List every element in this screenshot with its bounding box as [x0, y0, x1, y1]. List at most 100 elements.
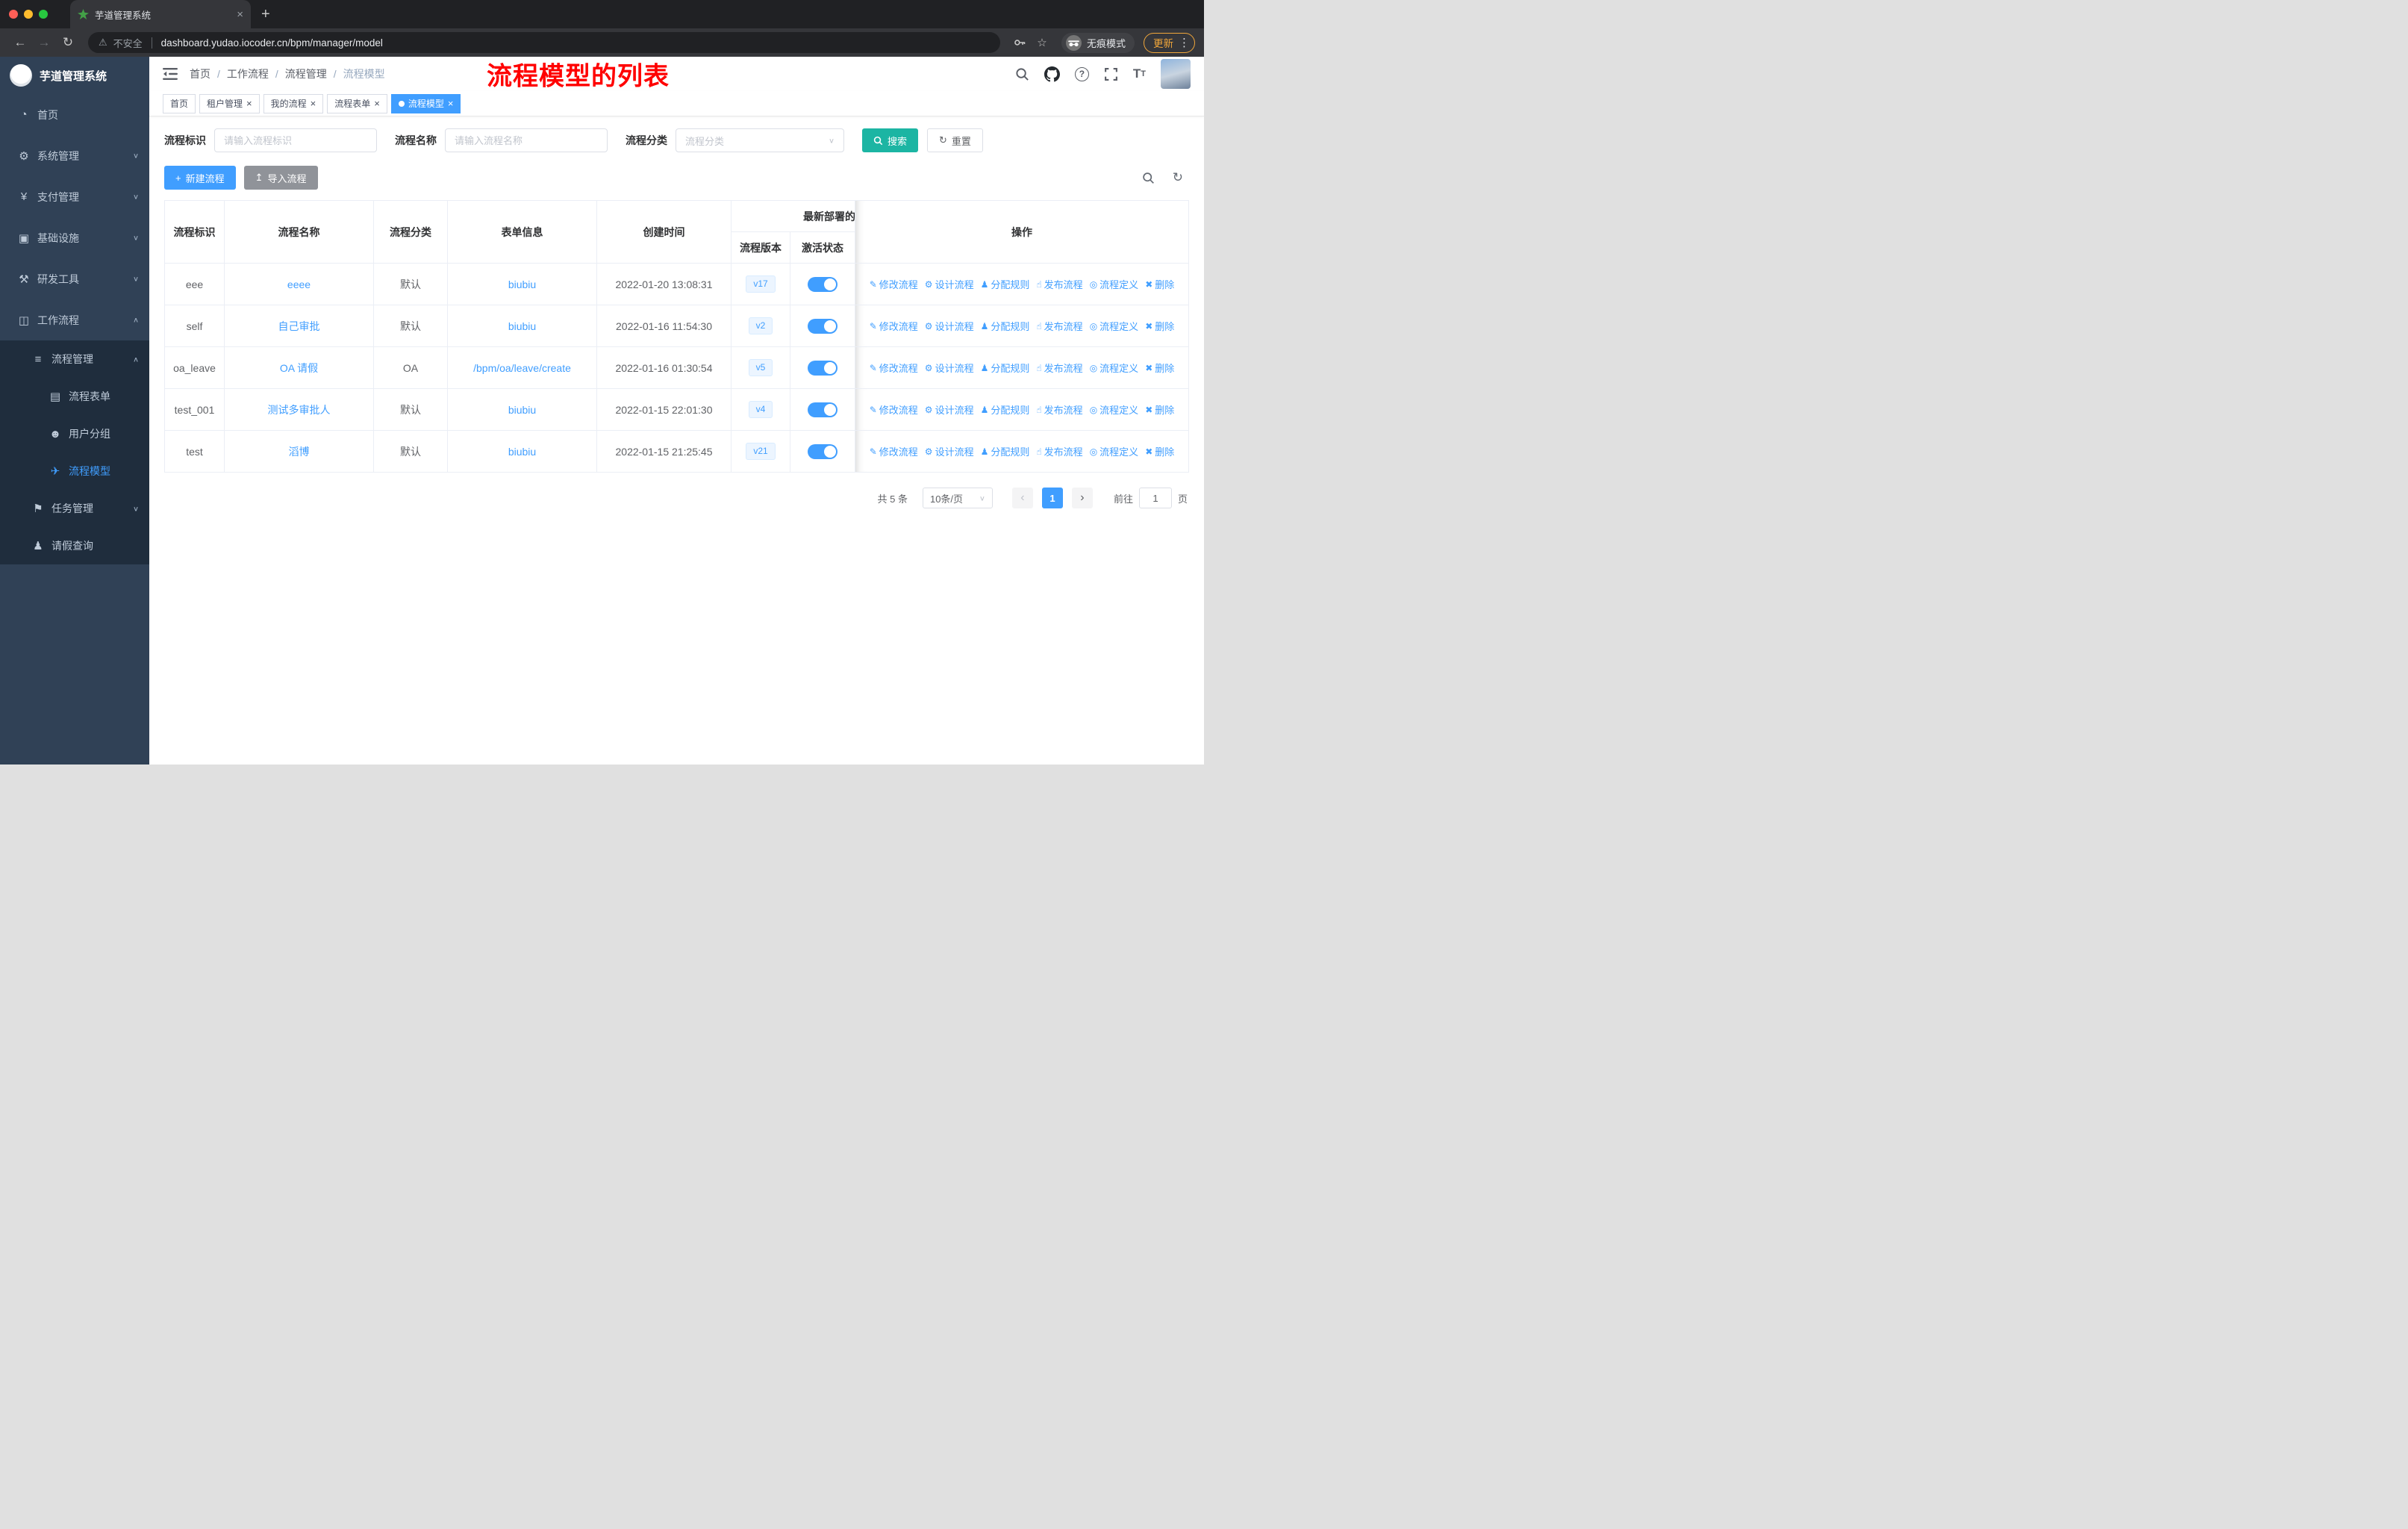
assign-rule-action[interactable]: ♟ 分配规则 [981, 402, 1030, 417]
breadcrumb-item[interactable]: 流程管理 [285, 66, 343, 81]
reset-button[interactable]: ↻ 重置 [927, 128, 983, 152]
create-process-button[interactable]: + 新建流程 [164, 166, 236, 190]
process-definition-action[interactable]: ◎ 流程定义 [1090, 402, 1139, 417]
publish-process-action[interactable]: ☝ 发布流程 [1036, 361, 1082, 375]
design-process-action[interactable]: ⚙ 设计流程 [925, 277, 974, 291]
breadcrumb-item[interactable]: 工作流程 [227, 66, 285, 81]
assign-rule-action[interactable]: ♟ 分配规则 [981, 444, 1030, 458]
active-toggle[interactable] [808, 443, 838, 459]
active-toggle[interactable] [808, 276, 838, 292]
sidebar-item-leave-query[interactable]: ♟ 请假查询 [0, 527, 149, 564]
url-text[interactable]: dashboard.yudao.iocoder.cn/bpm/manager/m… [161, 37, 383, 49]
delete-action[interactable]: ✖ 删除 [1145, 402, 1174, 417]
publish-process-action[interactable]: ☝ 发布流程 [1036, 277, 1082, 291]
delete-action[interactable]: ✖ 删除 [1145, 361, 1174, 375]
active-toggle[interactable] [808, 318, 838, 334]
assign-rule-action[interactable]: ♟ 分配规则 [981, 319, 1030, 333]
update-button[interactable]: 更新 ⋮ [1144, 32, 1195, 53]
modify-process-action[interactable]: ✎ 修改流程 [870, 319, 918, 333]
back-icon[interactable]: ← [9, 35, 31, 50]
browser-tab[interactable]: 芋道管理系统 × [70, 0, 251, 28]
form-info-link[interactable]: biubiu [508, 446, 536, 458]
process-key-input[interactable] [214, 128, 377, 152]
sidebar-item-workflow[interactable]: ◫ 工作流程 ∧ [0, 299, 149, 340]
assign-rule-action[interactable]: ♟ 分配规则 [981, 361, 1030, 375]
process-definition-action[interactable]: ◎ 流程定义 [1090, 444, 1139, 458]
design-process-action[interactable]: ⚙ 设计流程 [925, 444, 974, 458]
active-toggle[interactable] [808, 402, 838, 417]
sidebar-item-payment[interactable]: ¥ 支付管理 ∨ [0, 176, 149, 217]
publish-process-action[interactable]: ☝ 发布流程 [1036, 402, 1082, 417]
address-bar[interactable]: ⚠ 不安全 dashboard.yudao.iocoder.cn/bpm/man… [88, 32, 1000, 53]
form-info-link[interactable]: biubiu [508, 320, 536, 332]
modify-process-action[interactable]: ✎ 修改流程 [870, 277, 918, 291]
bookmark-star-icon[interactable]: ☆ [1032, 36, 1052, 49]
process-name-link[interactable]: 自己审批 [278, 320, 320, 332]
delete-action[interactable]: ✖ 删除 [1145, 277, 1174, 291]
menu-fold-icon[interactable] [163, 67, 178, 81]
publish-process-action[interactable]: ☝ 发布流程 [1036, 319, 1082, 333]
page-number-1[interactable]: 1 [1041, 488, 1063, 508]
process-name-link[interactable]: 滔博 [289, 446, 310, 458]
process-name-input[interactable] [445, 128, 608, 152]
breadcrumb-item[interactable]: 首页 [190, 66, 227, 81]
toggle-search-icon[interactable] [1142, 172, 1155, 184]
next-page-button[interactable]: › [1071, 488, 1093, 508]
tab-close-icon[interactable]: × [237, 8, 243, 21]
sidebar-item-home[interactable]: ◔ 首页 [0, 94, 149, 135]
zoom-window-button[interactable] [39, 10, 48, 19]
tag-close-icon[interactable]: × [246, 99, 252, 108]
password-key-icon[interactable] [1009, 36, 1030, 49]
tag-close-icon[interactable]: × [311, 99, 316, 108]
design-process-action[interactable]: ⚙ 设计流程 [925, 361, 974, 375]
forward-icon[interactable]: → [33, 35, 55, 50]
category-select[interactable]: 流程分类 ∨ [676, 128, 844, 152]
form-info-link[interactable]: biubiu [508, 404, 536, 416]
sidebar-item-task-management[interactable]: ⚑ 任务管理 ∨ [0, 490, 149, 527]
import-process-button[interactable]: ↥ 导入流程 [243, 166, 318, 190]
process-name-link[interactable]: eeee [287, 278, 311, 290]
refresh-table-icon[interactable]: ↻ [1173, 170, 1183, 185]
breadcrumb-item[interactable]: 流程模型 [343, 66, 385, 81]
close-window-button[interactable] [9, 10, 18, 19]
goto-page-input[interactable] [1138, 488, 1172, 508]
process-definition-action[interactable]: ◎ 流程定义 [1090, 277, 1139, 291]
page-size-select[interactable]: 10条/页 ∨ [922, 488, 993, 508]
fullscreen-icon[interactable] [1104, 67, 1118, 81]
tab-tag-process-form[interactable]: 流程表单 × [327, 93, 387, 113]
publish-process-action[interactable]: ☝ 发布流程 [1036, 444, 1082, 458]
search-button[interactable]: 搜索 [862, 128, 919, 152]
search-icon[interactable] [1015, 67, 1029, 81]
tag-close-icon[interactable]: × [374, 99, 380, 108]
modify-process-action[interactable]: ✎ 修改流程 [870, 444, 918, 458]
help-icon[interactable]: ? [1074, 66, 1089, 81]
security-label[interactable]: 不安全 [113, 36, 143, 50]
form-info-link[interactable]: /bpm/oa/leave/create [473, 362, 571, 374]
sidebar-item-infrastructure[interactable]: ▣ 基础设施 ∨ [0, 217, 149, 258]
assign-rule-action[interactable]: ♟ 分配规则 [981, 277, 1030, 291]
modify-process-action[interactable]: ✎ 修改流程 [870, 402, 918, 417]
menu-dots-icon[interactable]: ⋮ [1179, 36, 1190, 49]
modify-process-action[interactable]: ✎ 修改流程 [870, 361, 918, 375]
prev-page-button[interactable]: ‹ [1011, 488, 1033, 508]
font-size-icon[interactable]: TT [1133, 66, 1146, 81]
active-toggle[interactable] [808, 360, 838, 376]
delete-action[interactable]: ✖ 删除 [1145, 444, 1174, 458]
process-definition-action[interactable]: ◎ 流程定义 [1090, 361, 1139, 375]
sidebar-item-system[interactable]: ⚙ 系统管理 ∨ [0, 135, 149, 176]
process-definition-action[interactable]: ◎ 流程定义 [1090, 319, 1139, 333]
sidebar-item-user-group[interactable]: ☻ 用户分组 [0, 415, 149, 452]
new-tab-button[interactable]: + [261, 6, 270, 23]
tab-tag-process-model[interactable]: 流程模型 × [390, 93, 461, 113]
tab-tag-home[interactable]: 首页 [163, 93, 196, 113]
minimize-window-button[interactable] [24, 10, 33, 19]
tab-tag-my-process[interactable]: 我的流程 × [263, 93, 324, 113]
reload-icon[interactable]: ↻ [57, 35, 79, 50]
delete-action[interactable]: ✖ 删除 [1145, 319, 1174, 333]
design-process-action[interactable]: ⚙ 设计流程 [925, 319, 974, 333]
tab-tag-tenant[interactable]: 租户管理 × [199, 93, 260, 113]
process-name-link[interactable]: 测试多审批人 [268, 404, 331, 416]
sidebar-item-process-model[interactable]: ✈ 流程模型 [0, 452, 149, 490]
process-name-link[interactable]: OA 请假 [280, 362, 318, 374]
user-avatar[interactable] [1161, 59, 1191, 89]
